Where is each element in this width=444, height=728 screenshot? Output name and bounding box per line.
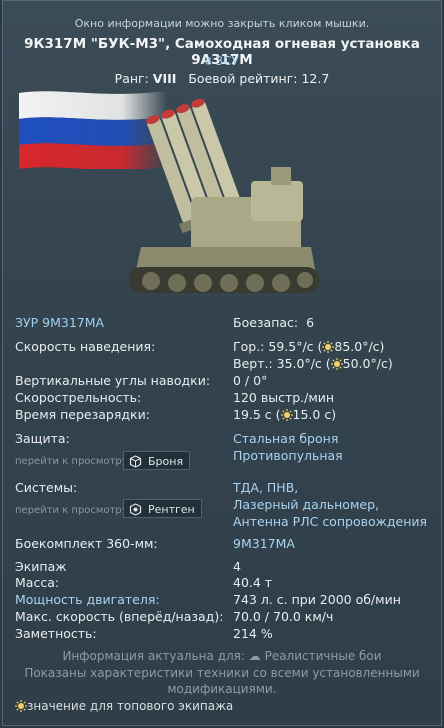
reload-label: Время перезарядки: — [15, 407, 150, 422]
protection-value-steel: Стальная броня — [233, 431, 339, 446]
systems-label: Системы: — [15, 480, 78, 495]
rate-of-fire-value: 120 выстр./мин — [233, 390, 335, 405]
systems-value-2: Лазерный дальномер, — [233, 497, 379, 512]
vehicle-image — [129, 98, 319, 293]
top-crew-icon — [15, 700, 27, 712]
rank-value: VIII — [152, 71, 177, 86]
mass-value: 40.4 т — [233, 575, 273, 590]
engine-power-label[interactable]: Мощность двигателя: — [15, 592, 160, 607]
rank-line: Ранг: VIII Боевой рейтинг: 12.7 — [114, 71, 330, 86]
crew-value: 4 — [233, 559, 241, 574]
ammo-360-value[interactable]: 9М317МА — [233, 536, 295, 551]
mods-note-line2: модификациями. — [167, 682, 277, 696]
goto-armor-label: перейти к просмотру — [15, 456, 128, 467]
systems-value-1: ТДА, ПНВ, — [233, 480, 299, 495]
protection-value-bulletproof: Противопульная — [233, 448, 343, 463]
top-crew-icon — [280, 409, 293, 421]
traverse-horizontal: Гор.: 59.5°/с (85.0°/с) — [233, 339, 385, 354]
rate-of-fire-label: Скорострельность: — [15, 390, 142, 405]
close-hint: Окно информации можно закрыть кликом мыш… — [74, 17, 370, 30]
engine-power-value: 743 л. с. при 2000 об/мин — [233, 592, 401, 607]
vehicle-info-window[interactable]: Окно информации можно закрыть кликом мыш… — [2, 0, 442, 726]
max-speed-label: Макс. скорость (вперёд/назад): — [15, 609, 224, 624]
goto-xray-label: перейти к просмотру — [15, 505, 128, 516]
traverse-vertical: Верт.: 35.0°/с (50.0°/с) — [233, 356, 393, 371]
traverse-label: Скорость наведения: — [15, 339, 156, 354]
top-crew-icon — [330, 358, 343, 370]
missile-name[interactable]: ЗУР 9М317МА — [15, 315, 104, 330]
xray-icon — [129, 503, 142, 516]
vehicle-class: ⩩ ЗСУ — [205, 54, 239, 68]
xray-view-button[interactable]: Рентген — [123, 499, 202, 518]
systems-value-3: Антенна РЛС сопровождения — [233, 514, 428, 529]
mode-icon: ☁ — [248, 649, 261, 663]
protection-label: Защита: — [15, 431, 70, 446]
crew-label: Экипаж — [15, 559, 67, 574]
mods-note-line1: Показаны характеристики техники со всеми… — [24, 666, 420, 680]
top-crew-icon — [322, 341, 335, 353]
ammo-360-label: Боекомплект 360-мм: — [15, 536, 158, 551]
visibility-value: 214 % — [233, 626, 273, 641]
top-crew-legend: значение для топового экипажа — [15, 699, 233, 713]
spaa-icon: ⩩ — [205, 54, 216, 68]
ammo-count: Боезапас: 6 — [233, 315, 315, 330]
mass-label: Масса: — [15, 575, 60, 590]
relevance-line: Информация актуальна для: ☁ Реалистичные… — [62, 649, 382, 663]
vertical-angles-value: 0 / 0° — [233, 373, 268, 388]
vertical-angles-label: Вертикальные углы наводки: — [15, 373, 211, 388]
visibility-label: Заметность: — [15, 626, 97, 641]
armor-view-button[interactable]: Броня — [123, 451, 191, 470]
max-speed-value: 70.0 / 70.0 км/ч — [233, 609, 334, 624]
battle-rating-value: 12.7 — [301, 71, 330, 86]
reload-value: 19.5 с (15.0 с) — [233, 407, 337, 422]
armor-icon — [129, 455, 142, 468]
